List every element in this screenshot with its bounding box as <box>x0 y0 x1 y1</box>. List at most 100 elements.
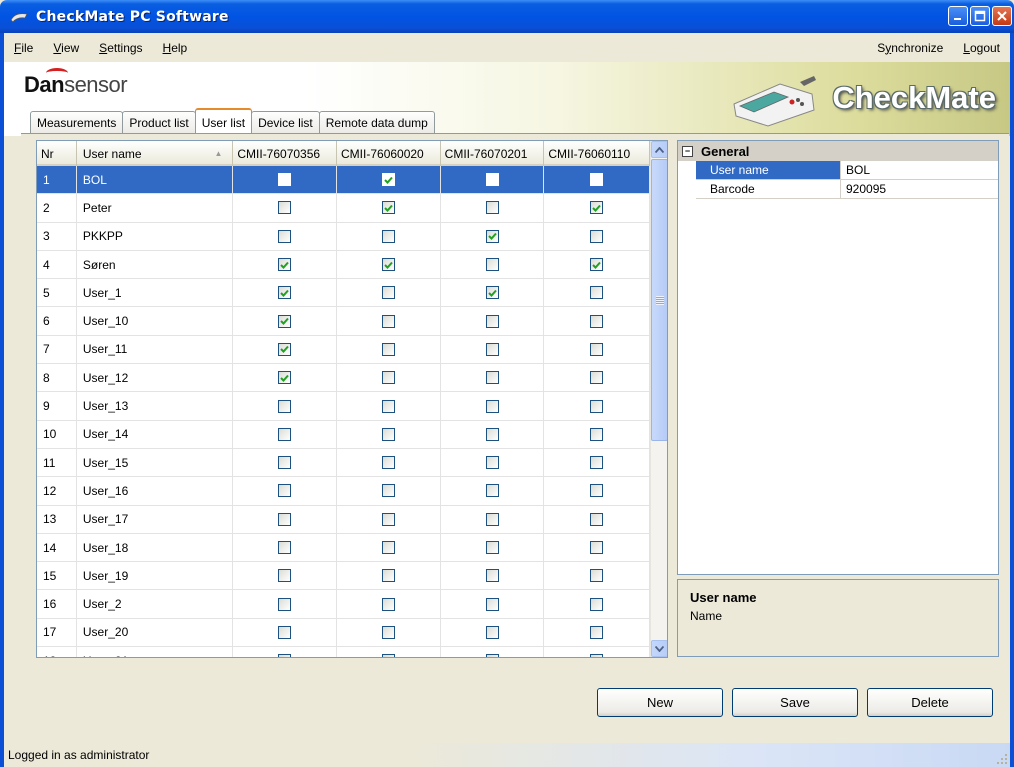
table-row[interactable]: 17 User_20 <box>37 618 650 648</box>
unchecked-checkbox[interactable] <box>590 173 604 187</box>
unchecked-checkbox[interactable] <box>278 229 292 243</box>
column-header-device-1[interactable]: CMII-76070356 <box>233 141 338 166</box>
unchecked-checkbox[interactable] <box>485 399 499 413</box>
unchecked-checkbox[interactable] <box>590 654 604 657</box>
unchecked-checkbox[interactable] <box>381 541 395 554</box>
checked-checkbox[interactable] <box>590 201 604 215</box>
table-row[interactable]: 13 User_17 <box>37 505 650 534</box>
cell-user-name[interactable]: User_20 <box>77 618 234 647</box>
unchecked-checkbox[interactable] <box>590 342 604 356</box>
unchecked-checkbox[interactable] <box>485 427 499 441</box>
table-row[interactable]: 3 PKKPP <box>37 222 650 251</box>
checked-checkbox[interactable] <box>485 229 499 243</box>
cell-user-name[interactable]: User_1 <box>77 279 234 307</box>
column-header-nr[interactable]: Nr <box>37 141 77 166</box>
menu-help[interactable]: Help <box>153 41 198 55</box>
unchecked-checkbox[interactable] <box>381 371 395 385</box>
unchecked-checkbox[interactable] <box>381 427 395 441</box>
column-header-user-name[interactable]: User name ▲ <box>77 141 234 166</box>
unchecked-checkbox[interactable] <box>485 541 499 554</box>
unchecked-checkbox[interactable] <box>485 597 499 611</box>
unchecked-checkbox[interactable] <box>590 399 604 413</box>
menu-settings[interactable]: Settings <box>89 41 152 55</box>
unchecked-checkbox[interactable] <box>381 229 395 243</box>
unchecked-checkbox[interactable] <box>278 512 292 526</box>
checked-checkbox[interactable] <box>278 286 292 300</box>
tab-user-list[interactable]: User list <box>194 108 253 133</box>
checked-checkbox[interactable] <box>381 173 395 187</box>
close-icon[interactable] <box>992 6 1012 26</box>
unchecked-checkbox[interactable] <box>278 569 292 583</box>
table-row[interactable]: 12 User_16 <box>37 477 650 506</box>
column-header-device-3[interactable]: CMII-76070201 <box>441 141 545 166</box>
vertical-scrollbar[interactable] <box>650 141 667 657</box>
table-row[interactable]: 16 User_2 <box>37 590 650 619</box>
table-row[interactable]: 8 User_12 <box>37 364 650 393</box>
tab-product-list[interactable]: Product list <box>122 111 196 133</box>
table-row[interactable]: 10 User_14 <box>37 420 650 449</box>
delete-button[interactable]: Delete <box>867 688 993 717</box>
cell-user-name[interactable]: User_2 <box>77 590 234 618</box>
table-row[interactable]: 5 User_1 <box>37 279 650 308</box>
unchecked-checkbox[interactable] <box>485 258 499 272</box>
checked-checkbox[interactable] <box>590 258 604 272</box>
unchecked-checkbox[interactable] <box>381 569 395 583</box>
scroll-down-icon[interactable] <box>651 640 667 657</box>
unchecked-checkbox[interactable] <box>590 484 604 498</box>
title-bar[interactable]: CheckMate PC Software <box>0 0 1014 33</box>
unchecked-checkbox[interactable] <box>278 541 292 554</box>
checked-checkbox[interactable] <box>485 286 499 300</box>
table-row[interactable]: 1 BOL <box>37 166 650 195</box>
scrollbar-thumb[interactable] <box>651 159 667 441</box>
menu-view[interactable]: View <box>43 41 89 55</box>
cell-user-name[interactable]: Søren <box>77 250 234 279</box>
unchecked-checkbox[interactable] <box>278 484 292 498</box>
unchecked-checkbox[interactable] <box>590 371 604 385</box>
property-row-barcode[interactable]: Barcode 920095 <box>696 180 998 199</box>
unchecked-checkbox[interactable] <box>278 597 292 611</box>
table-row[interactable]: 15 User_19 <box>37 562 650 591</box>
unchecked-checkbox[interactable] <box>590 625 604 639</box>
unchecked-checkbox[interactable] <box>381 654 395 657</box>
cell-user-name[interactable]: User_14 <box>77 420 234 448</box>
new-button[interactable]: New <box>597 688 723 717</box>
unchecked-checkbox[interactable] <box>278 201 292 215</box>
unchecked-checkbox[interactable] <box>381 314 395 328</box>
unchecked-checkbox[interactable] <box>278 173 292 187</box>
property-value-user-name[interactable]: BOL <box>841 161 998 179</box>
unchecked-checkbox[interactable] <box>590 541 604 554</box>
unchecked-checkbox[interactable] <box>485 512 499 526</box>
table-row[interactable]: 18User_21 <box>37 647 650 657</box>
save-button[interactable]: Save <box>732 688 858 717</box>
unchecked-checkbox[interactable] <box>590 314 604 328</box>
unchecked-checkbox[interactable] <box>485 456 499 470</box>
unchecked-checkbox[interactable] <box>381 625 395 639</box>
checked-checkbox[interactable] <box>381 258 395 272</box>
unchecked-checkbox[interactable] <box>590 286 604 300</box>
unchecked-checkbox[interactable] <box>590 229 604 243</box>
tab-device-list[interactable]: Device list <box>251 111 320 133</box>
unchecked-checkbox[interactable] <box>485 569 499 583</box>
cell-user-name[interactable]: BOL <box>77 166 234 194</box>
size-grip-icon[interactable] <box>996 753 1008 765</box>
column-header-device-2[interactable]: CMII-76060020 <box>337 141 441 166</box>
unchecked-checkbox[interactable] <box>485 484 499 498</box>
cell-user-name[interactable]: User_17 <box>77 505 234 533</box>
property-grid[interactable]: − General User name BOL Barcode 920095 <box>677 140 999 575</box>
table-row[interactable]: 7 User_11 <box>37 335 650 365</box>
cell-user-name[interactable]: User_16 <box>77 477 234 505</box>
cell-user-name[interactable]: User_19 <box>77 562 234 590</box>
unchecked-checkbox[interactable] <box>485 654 499 657</box>
cell-user-name[interactable]: User_10 <box>77 307 234 335</box>
cell-user-name[interactable]: User_21 <box>77 647 234 657</box>
tab-remote-data-dump[interactable]: Remote data dump <box>318 111 435 133</box>
table-row[interactable]: 2 Peter <box>37 194 650 223</box>
checked-checkbox[interactable] <box>278 258 292 272</box>
cell-user-name[interactable]: User_18 <box>77 533 234 562</box>
unchecked-checkbox[interactable] <box>278 456 292 470</box>
property-value-barcode[interactable]: 920095 <box>841 180 998 198</box>
unchecked-checkbox[interactable] <box>381 456 395 470</box>
unchecked-checkbox[interactable] <box>381 342 395 356</box>
unchecked-checkbox[interactable] <box>485 173 499 187</box>
menu-logout[interactable]: Logout <box>953 41 1010 55</box>
